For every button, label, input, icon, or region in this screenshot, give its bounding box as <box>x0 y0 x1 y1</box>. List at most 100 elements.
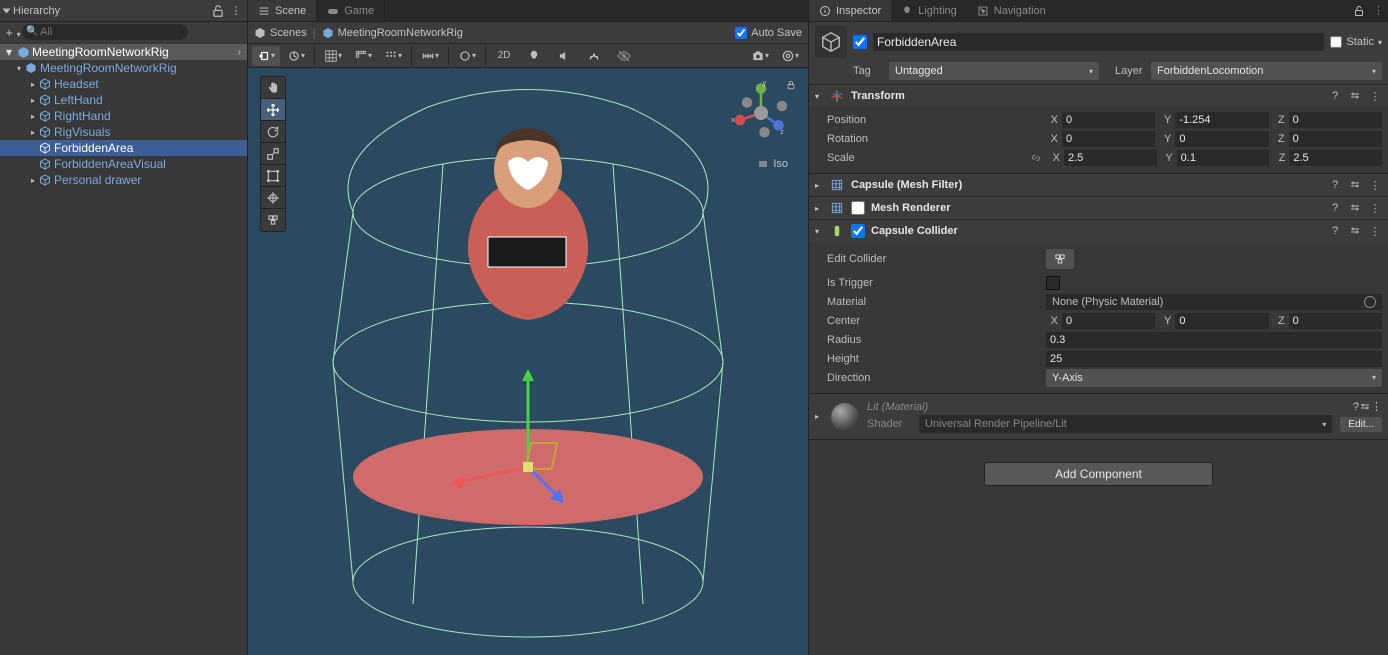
preset-icon[interactable] <box>1348 201 1362 215</box>
material-preview-icon[interactable] <box>831 403 859 431</box>
breadcrumb-prefab[interactable]: MeetingRoomNetworkRig <box>322 27 463 39</box>
shader-dropdown[interactable]: Universal Render Pipeline/Lit▾ <box>919 415 1332 433</box>
position-y[interactable] <box>1175 112 1268 128</box>
hierarchy-item-forbiddenarea[interactable]: ForbiddenArea <box>0 140 247 156</box>
tool-rotate[interactable] <box>261 121 285 143</box>
hierarchy-scene-row[interactable]: ▾ MeetingRoomNetworkRig › <box>0 44 247 60</box>
tool-snap-increment[interactable]: ▾ <box>416 46 444 66</box>
tool-2d-toggle[interactable]: 2D <box>490 46 518 66</box>
tool-handle-rotation[interactable]: ▾ <box>282 46 310 66</box>
hierarchy-header[interactable]: Hierarchy ⋮ <box>0 0 247 22</box>
context-menu-icon[interactable]: ⋮ <box>1371 400 1382 413</box>
hierarchy-item-righthand[interactable]: ▸ RightHand <box>0 108 247 124</box>
direction-dropdown[interactable]: Y-Axis▾ <box>1046 369 1382 387</box>
help-icon[interactable]: ? <box>1328 224 1342 238</box>
context-menu-icon[interactable]: ⋮ <box>1368 89 1382 103</box>
foldout-icon[interactable]: ▸ <box>815 412 823 421</box>
tool-draw-mode[interactable]: ▾ <box>453 46 481 66</box>
tool-lighting[interactable] <box>520 46 548 66</box>
inspector-menu-icon[interactable]: ⋮ <box>1369 0 1388 21</box>
tool-camera[interactable]: ▾ <box>746 46 774 66</box>
help-icon[interactable]: ? <box>1328 178 1342 192</box>
hierarchy-item-personaldrawer[interactable]: ▸ Personal drawer <box>0 172 247 188</box>
preset-icon[interactable] <box>1348 89 1362 103</box>
position-z[interactable] <box>1289 112 1382 128</box>
autosave-toggle[interactable]: Auto Save <box>735 27 802 39</box>
tool-grid-snap[interactable]: ▾ <box>379 46 407 66</box>
object-name-input[interactable] <box>873 33 1324 51</box>
context-menu-icon[interactable]: ⋮ <box>1368 224 1382 238</box>
tool-move[interactable] <box>261 99 285 121</box>
chevron-right-icon[interactable]: › <box>238 47 247 58</box>
position-x[interactable] <box>1062 112 1155 128</box>
hierarchy-search-input[interactable] <box>22 24 188 40</box>
constrain-scale-icon[interactable] <box>1030 152 1044 164</box>
breadcrumb-scenes[interactable]: Scenes <box>254 27 307 39</box>
static-toggle[interactable]: Static ▾ <box>1330 36 1382 48</box>
preset-icon[interactable] <box>1348 224 1362 238</box>
panel-menu-icon[interactable]: ⋮ <box>229 4 243 18</box>
center-x[interactable] <box>1062 313 1155 329</box>
edit-collider-button[interactable] <box>1046 249 1074 269</box>
center-y[interactable] <box>1175 313 1268 329</box>
tool-gizmos[interactable]: ▾ <box>776 46 804 66</box>
scale-y[interactable] <box>1177 150 1270 166</box>
scene-viewport[interactable]: y x z Iso <box>248 68 808 655</box>
rotation-y[interactable] <box>1175 131 1268 147</box>
is-trigger-checkbox[interactable] <box>1046 276 1060 290</box>
tag-dropdown[interactable]: Untagged▾ <box>889 62 1099 80</box>
object-type-icon[interactable] <box>815 26 847 58</box>
autosave-checkbox[interactable] <box>735 27 747 39</box>
tab-scene[interactable]: Scene <box>248 0 317 21</box>
tool-hand[interactable] <box>261 77 285 99</box>
tool-scene-visibility[interactable] <box>610 46 638 66</box>
tab-game[interactable]: Game <box>317 0 385 21</box>
tool-scale[interactable] <box>261 143 285 165</box>
inspector-lock-icon[interactable] <box>1349 0 1369 21</box>
hierarchy-item-root[interactable]: ▾ MeetingRoomNetworkRig <box>0 60 247 76</box>
hierarchy-item-headset[interactable]: ▸ Headset <box>0 76 247 92</box>
gizmo-lock-icon[interactable] <box>786 80 796 90</box>
radius-input[interactable] <box>1046 332 1382 348</box>
rotation-z[interactable] <box>1289 131 1382 147</box>
hierarchy-item-rigvisuals[interactable]: ▸ RigVisuals <box>0 124 247 140</box>
height-input[interactable] <box>1046 351 1382 367</box>
scale-z[interactable] <box>1289 150 1382 166</box>
tab-navigation[interactable]: Navigation <box>967 0 1056 21</box>
transform-header[interactable]: ▾ Transform ? ⋮ <box>809 85 1388 107</box>
tool-transform[interactable] <box>261 187 285 209</box>
mesh-filter-header[interactable]: ▸ Capsule (Mesh Filter) ? ⋮ <box>809 174 1388 196</box>
tool-grid-visibility[interactable]: ▾ <box>319 46 347 66</box>
capsule-collider-enable[interactable] <box>851 224 865 238</box>
mesh-renderer-enable[interactable] <box>851 201 865 215</box>
physic-material-field[interactable]: None (Physic Material) <box>1046 294 1382 310</box>
tool-rect[interactable] <box>261 165 285 187</box>
rotation-x[interactable] <box>1062 131 1155 147</box>
projection-label[interactable]: Iso <box>757 158 788 170</box>
static-checkbox[interactable] <box>1330 36 1342 48</box>
layer-dropdown[interactable]: ForbiddenLocomotion▾ <box>1151 62 1382 80</box>
context-menu-icon[interactable]: ⋮ <box>1368 178 1382 192</box>
preset-icon[interactable] <box>1359 401 1371 413</box>
tool-pivot-mode[interactable]: ▾ <box>252 46 280 66</box>
tool-fx[interactable] <box>580 46 608 66</box>
center-z[interactable] <box>1289 313 1382 329</box>
hierarchy-add-dropdown[interactable]: + ▾ <box>4 25 22 40</box>
lock-icon[interactable] <box>211 4 225 18</box>
tool-custom[interactable] <box>261 209 285 231</box>
object-picker-icon[interactable] <box>1364 296 1376 308</box>
mesh-renderer-header[interactable]: ▸ Mesh Renderer ? ⋮ <box>809 197 1388 219</box>
help-icon[interactable]: ? <box>1328 201 1342 215</box>
tab-lighting[interactable]: Lighting <box>891 0 967 21</box>
add-component-button[interactable]: Add Component <box>984 462 1213 486</box>
preset-icon[interactable] <box>1348 178 1362 192</box>
help-icon[interactable]: ? <box>1328 89 1342 103</box>
capsule-collider-header[interactable]: ▾ Capsule Collider ? ⋮ <box>809 220 1388 242</box>
tab-inspector[interactable]: Inspector <box>809 0 891 21</box>
hierarchy-item-lefthand[interactable]: ▸ LeftHand <box>0 92 247 108</box>
tool-audio[interactable] <box>550 46 578 66</box>
hierarchy-item-forbiddenareavisual[interactable]: ForbiddenAreaVisual <box>0 156 247 172</box>
shader-edit-button[interactable]: Edit... <box>1340 417 1382 432</box>
scale-x[interactable] <box>1064 150 1157 166</box>
tool-snap-incremental[interactable]: ▾ <box>349 46 377 66</box>
